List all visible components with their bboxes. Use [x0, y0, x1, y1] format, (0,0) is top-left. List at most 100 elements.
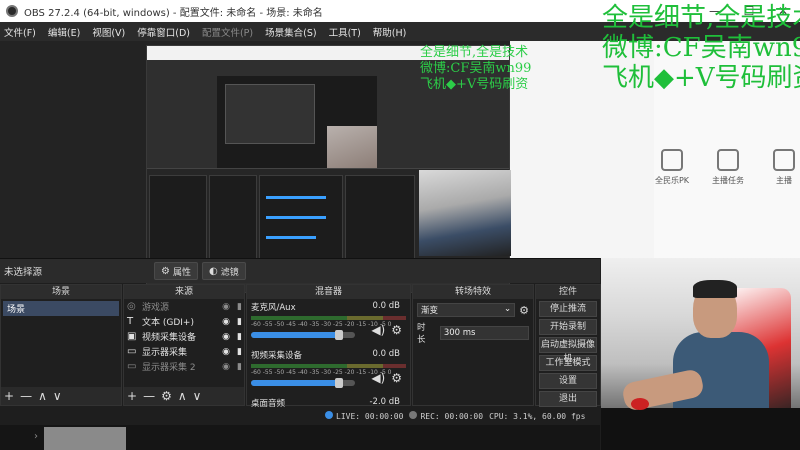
volume-meter	[251, 364, 406, 368]
scene-item[interactable]: 场景	[3, 301, 119, 316]
source-item[interactable]: ▭ 显示器采集 2 ◉ ▮	[124, 359, 244, 374]
nested-webcam	[327, 126, 377, 171]
filters-button[interactable]: ◐ 滤镜	[201, 262, 246, 280]
chevron-right-icon[interactable]: ›	[34, 431, 38, 442]
eye-icon[interactable]: ◉	[222, 347, 230, 357]
taskbar: ›	[0, 425, 600, 450]
studio-mode-button[interactable]: 工作室模式	[539, 355, 597, 371]
controls-title: 控件	[536, 285, 600, 299]
move-up-icon[interactable]: ∧	[38, 389, 47, 403]
transitions-dock: 转场特效 渐变 ⌄ ⚙ 时长 300 ms	[412, 284, 534, 406]
mixer-controls: ◀) ⚙	[371, 371, 402, 385]
menu-profile[interactable]: 配置文件(P)	[202, 25, 253, 39]
lock-icon[interactable]: ▮	[237, 362, 242, 372]
start-recording-button[interactable]: 开始录制	[539, 319, 597, 335]
desk	[601, 408, 800, 450]
transition-duration: 时长 300 ms	[417, 321, 529, 345]
remove-scene-button[interactable]: —	[20, 389, 32, 403]
menu-docks[interactable]: 停靠窗口(D)	[137, 25, 190, 39]
eye-icon[interactable]: ◉	[222, 332, 230, 342]
lock-icon[interactable]: ▮	[237, 317, 242, 327]
exit-button[interactable]: 退出	[539, 391, 597, 407]
mixer-controls: ◀) ⚙	[371, 323, 402, 337]
controls-dock: 控件 停止推流 开始录制 启动虚拟摄像机 工作室模式 设置 退出	[535, 284, 601, 407]
nested-meter	[266, 216, 326, 219]
lock-icon[interactable]: ▮	[237, 302, 242, 312]
source-item[interactable]: T 文本 (GDI+) ◉ ▮	[124, 314, 244, 329]
source-settings-icon[interactable]: ⚙	[161, 389, 172, 403]
taskbar-thumbnail[interactable]	[44, 427, 126, 450]
speaker-icon[interactable]: ◀)	[371, 323, 385, 337]
speaker-icon[interactable]: ◀)	[371, 371, 385, 385]
mixer-channel-db: -2.0 dB	[369, 397, 400, 407]
live-status: LIVE: 00:00:00	[325, 411, 403, 421]
live-icon	[325, 411, 333, 419]
gear-icon[interactable]: ⚙	[519, 304, 529, 317]
volume-slider-fill	[251, 332, 340, 338]
lock-icon[interactable]: ▮	[237, 332, 242, 342]
stop-streaming-button[interactable]: 停止推流	[539, 301, 597, 317]
menu-edit[interactable]: 编辑(E)	[48, 25, 80, 39]
transition-select[interactable]: 渐变 ⌄	[417, 303, 516, 317]
monitor-icon: ▭	[127, 361, 137, 372]
task-icon: 主播任务	[710, 149, 746, 186]
move-up-icon[interactable]: ∧	[178, 389, 187, 403]
volume-slider[interactable]	[251, 330, 355, 340]
add-source-button[interactable]: +	[127, 389, 137, 403]
lock-icon[interactable]: ▮	[237, 347, 242, 357]
gear-icon[interactable]: ⚙	[391, 323, 402, 337]
menu-scene-collection[interactable]: 场景集合(S)	[265, 25, 316, 39]
text-icon: T	[127, 316, 134, 327]
menu-view[interactable]: 视图(V)	[92, 25, 125, 39]
remove-source-button[interactable]: —	[143, 389, 155, 403]
duration-input[interactable]: 300 ms	[439, 326, 529, 340]
menu-help[interactable]: 帮助(H)	[373, 25, 407, 39]
properties-button[interactable]: ⚙ 属性	[154, 262, 198, 280]
window-title: OBS 27.2.4 (64-bit, windows) - 配置文件: 未命名…	[24, 7, 323, 19]
eye-icon[interactable]: ◉	[222, 362, 230, 372]
eye-icon[interactable]: ◉	[222, 302, 230, 312]
chevron-down-icon: ⌄	[504, 304, 512, 314]
camera-icon: ▣	[127, 331, 137, 342]
nested-mixer-panel	[259, 175, 343, 259]
streamer-icon: 主播	[766, 149, 800, 186]
person-hair	[693, 280, 737, 298]
watermark-text: 全是细节,全是技术 微博:CF吴南wn99 飞机◆+V号码刷资	[602, 3, 800, 93]
cpu-status: CPU: 3.1%, 60.00 fps	[489, 411, 586, 421]
filter-icon: ◐	[208, 265, 218, 277]
game-capture-icon: ◎	[127, 301, 136, 312]
sources-dock: 来源 ◎ 游戏源 ◉ ▮ T 文本 (GDI+) ◉ ▮ ▣ 视频采集设备 ◉ ▮ ▭…	[123, 284, 245, 406]
source-item[interactable]: ▣ 视频采集设备 ◉ ▮	[124, 329, 244, 344]
nested-sources-panel	[209, 175, 257, 259]
sources-toolbar: + — ⚙ ∧ ∨	[124, 387, 244, 405]
move-down-icon[interactable]: ∨	[53, 389, 62, 403]
volume-slider[interactable]	[251, 378, 355, 388]
captured-app-icons: 全民乐PK 主播任务 主播	[654, 149, 800, 186]
audio-mixer-dock: 混音器 麦克风/Aux 0.0 dB -60 -55 -50 -45 -40 -35…	[246, 284, 411, 409]
add-scene-button[interactable]: +	[4, 389, 14, 403]
move-down-icon[interactable]: ∨	[193, 389, 202, 403]
source-item[interactable]: ▭ 显示器采集 ◉ ▮	[124, 344, 244, 359]
eye-icon[interactable]: ◉	[222, 317, 230, 327]
gear-icon[interactable]: ⚙	[391, 371, 402, 385]
gear-icon: ⚙	[161, 265, 170, 277]
volume-meter	[251, 316, 406, 320]
menu-tools[interactable]: 工具(T)	[329, 25, 361, 39]
nested-meter	[266, 196, 326, 199]
source-item[interactable]: ◎ 游戏源 ◉ ▮	[124, 299, 244, 314]
volume-slider-knob[interactable]	[335, 330, 344, 340]
preview-canvas[interactable]: 全民乐PK 主播任务 主播 全是细节,全是技术 微博:CF吴南wn99 飞机◆+…	[0, 3, 800, 293]
menu-file[interactable]: 文件(F)	[4, 25, 36, 39]
rec-icon	[409, 411, 418, 419]
mixer-channel: 视频采集设备 0.0 dB -60 -55 -50 -45 -40 -35 -30 …	[247, 347, 410, 395]
scenes-dock: 场景 场景 + — ∧ ∨	[0, 284, 122, 406]
nested-mini-preview	[225, 84, 315, 144]
nested-scenes-panel	[149, 175, 207, 259]
settings-button[interactable]: 设置	[539, 373, 597, 389]
volume-slider-knob[interactable]	[335, 378, 344, 388]
source-toolbar: 未选择源 ⚙ 属性 ◐ 滤镜	[0, 258, 600, 283]
mouse-device	[631, 398, 649, 410]
mixer-title: 混音器	[247, 285, 410, 299]
scenes-toolbar: + — ∧ ∨	[1, 387, 121, 405]
virtual-camera-button[interactable]: 启动虚拟摄像机	[539, 337, 597, 364]
